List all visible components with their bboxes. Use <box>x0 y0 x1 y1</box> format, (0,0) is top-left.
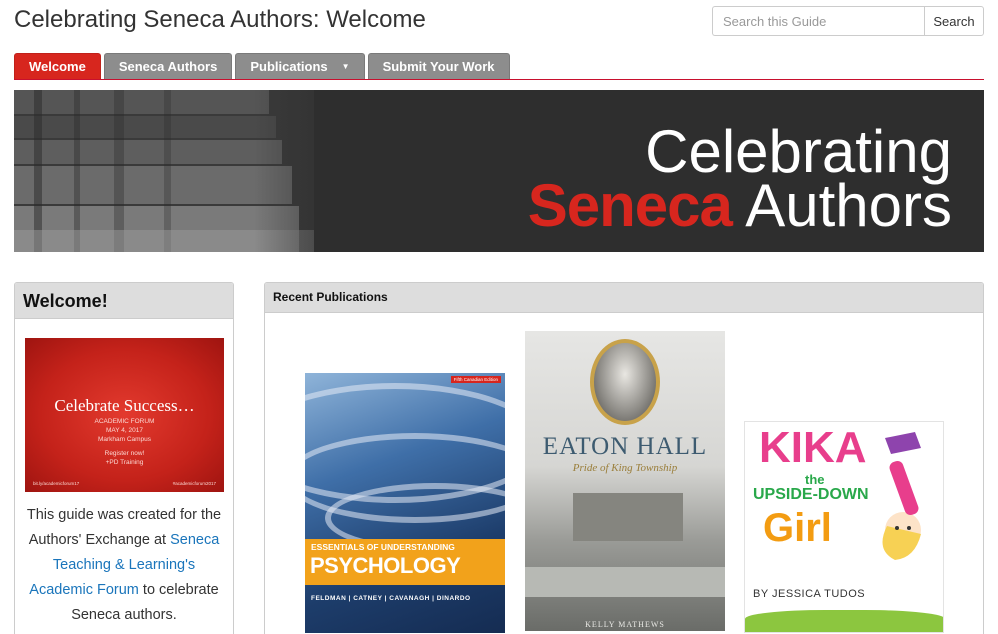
promo-foot-right: #academicforum2017 <box>172 481 216 486</box>
book-title: EATON HALL <box>542 433 708 460</box>
search-button[interactable]: Search <box>924 6 984 36</box>
tab-label: Seneca Authors <box>118 59 218 74</box>
promo-line: Markham Campus <box>97 435 152 443</box>
book-title-upside: UPSIDE-DOWN <box>753 486 869 503</box>
book-title: PSYCHOLOGY <box>310 553 461 578</box>
guide-search: Search <box>712 6 984 36</box>
book-title-girl: Girl <box>763 506 832 550</box>
promo-line: MAY 4, 2017 <box>106 426 143 434</box>
banner-title-line2: Seneca Authors <box>528 176 952 236</box>
book-author: KELLY MATHEWS <box>585 620 665 629</box>
guide-banner: Celebrating Seneca Authors <box>14 90 984 252</box>
search-input[interactable] <box>712 6 924 36</box>
book-subtitle: Pride of King Township <box>572 462 678 474</box>
recent-publications-box: Recent Publications Fifth Canadian Editi… <box>264 282 984 634</box>
guide-tabs: Welcome Seneca Authors Publications ▼ Sub… <box>14 53 984 80</box>
grass-image <box>745 610 943 632</box>
building-image <box>573 493 683 541</box>
welcome-box: Welcome! Celebrate Success… ACADEMIC FOR… <box>14 282 234 634</box>
tab-welcome[interactable]: Welcome <box>14 53 101 79</box>
tab-submit-your-work[interactable]: Submit Your Work <box>367 53 510 79</box>
promo-title-b: Success… <box>123 396 195 415</box>
book-edition: Fifth Canadian Edition <box>450 376 501 383</box>
tab-label: Welcome <box>29 59 86 74</box>
book-cover-kika[interactable]: KIKA the UPSIDE-DOWN Girl BY JESSICA TUD… <box>744 421 944 633</box>
banner-brand: Seneca <box>527 172 733 239</box>
tab-label: Submit Your Work <box>382 59 495 74</box>
caret-down-icon[interactable]: ▼ <box>342 62 350 71</box>
promo-line: Register now! <box>104 450 145 458</box>
book-subtitle: ESSENTIALS OF UNDERSTANDING <box>311 542 455 552</box>
promo-title-a: Celebrate <box>54 396 120 415</box>
academic-forum-promo[interactable]: Celebrate Success… ACADEMIC FORUM MAY 4,… <box>25 338 224 492</box>
recent-publications-heading: Recent Publications <box>265 283 983 313</box>
book-cover-psychology[interactable]: Fifth Canadian Edition ESSENTIALS OF UND… <box>305 373 505 633</box>
promo-foot-left: bit.ly/academicforum17 <box>33 481 80 486</box>
promo-line: ACADEMIC FORUM <box>94 418 155 425</box>
book-cover-eaton-hall[interactable]: EATON HALL Pride of King Township KELLY … <box>525 331 725 631</box>
tab-seneca-authors[interactable]: Seneca Authors <box>103 53 233 79</box>
tab-publications[interactable]: Publications ▼ <box>235 53 365 79</box>
tab-label: Publications <box>250 59 328 74</box>
welcome-heading: Welcome! <box>15 283 233 319</box>
book-title: KIKA <box>759 423 867 472</box>
book-title-the: the <box>805 472 825 487</box>
promo-footer: bit.ly/academicforum17 #academicforum201… <box>33 481 216 486</box>
page-title: Celebrating Seneca Authors: Welcome <box>14 6 426 33</box>
portrait-image <box>590 339 660 425</box>
promo-details: ACADEMIC FORUM MAY 4, 2017 Markham Campu… <box>25 418 224 468</box>
banner-fade <box>254 90 374 252</box>
welcome-text: This guide was created for the Authors' … <box>23 503 225 628</box>
promo-line: +PD Training <box>105 459 144 467</box>
book-authors: FELDMAN | CATNEY | CAVANAGH | DINARDO <box>311 595 471 602</box>
book-author: BY JESSICA TUDOS <box>753 588 866 600</box>
banner-authors-word: Authors <box>745 172 952 239</box>
promo-title: Celebrate Success… <box>25 396 224 416</box>
pond-image <box>525 567 725 597</box>
book-title-band: ESSENTIALS OF UNDERSTANDING PSYCHOLOGY <box>305 539 505 585</box>
